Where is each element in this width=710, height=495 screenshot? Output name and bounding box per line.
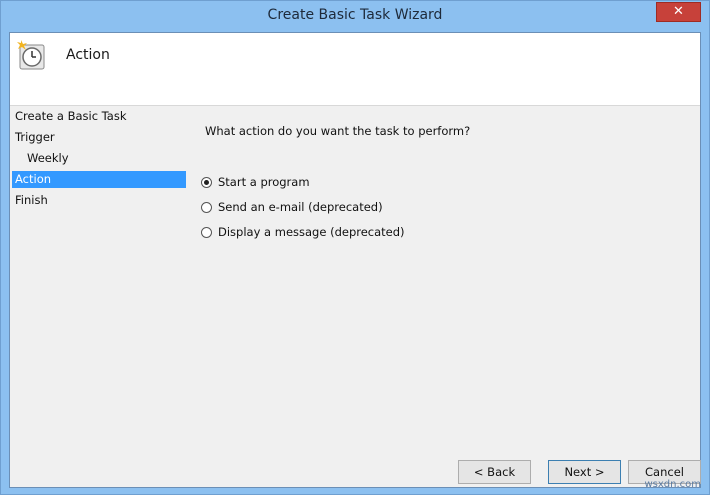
watermark: wsxdn.com bbox=[644, 479, 701, 490]
nav-item-create-basic-task[interactable]: Create a Basic Task bbox=[12, 108, 186, 125]
wizard-window: Create Basic Task Wizard ✕ Action Create… bbox=[0, 0, 710, 495]
option-label: Start a program bbox=[218, 175, 310, 189]
wizard-steps-nav: Create a Basic Task Trigger Weekly Actio… bbox=[10, 106, 194, 486]
nav-item-weekly[interactable]: Weekly bbox=[12, 150, 186, 167]
nav-item-trigger[interactable]: Trigger bbox=[12, 129, 186, 146]
option-label: Send an e-mail (deprecated) bbox=[218, 200, 383, 214]
nav-item-finish[interactable]: Finish bbox=[12, 192, 186, 209]
wizard-header: Action bbox=[10, 33, 700, 106]
clock-icon bbox=[17, 40, 45, 70]
close-icon: ✕ bbox=[673, 4, 684, 19]
option-display-message[interactable]: Display a message (deprecated) bbox=[201, 223, 405, 241]
nav-item-action[interactable]: Action bbox=[12, 171, 186, 188]
title-bar[interactable]: Create Basic Task Wizard ✕ bbox=[1, 1, 709, 31]
option-start-program[interactable]: Start a program bbox=[201, 173, 310, 191]
radio-start-program[interactable] bbox=[201, 176, 212, 188]
close-button[interactable]: ✕ bbox=[656, 2, 701, 22]
radio-display-message[interactable] bbox=[201, 226, 212, 238]
option-send-email[interactable]: Send an e-mail (deprecated) bbox=[201, 198, 383, 216]
next-button[interactable]: Next > bbox=[548, 460, 621, 484]
page-title: Action bbox=[66, 47, 110, 63]
action-prompt: What action do you want the task to perf… bbox=[205, 124, 471, 138]
option-label: Display a message (deprecated) bbox=[218, 225, 405, 239]
radio-send-email[interactable] bbox=[201, 201, 212, 213]
wizard-client-area: Action Create a Basic Task Trigger Weekl… bbox=[9, 32, 701, 488]
back-button[interactable]: < Back bbox=[458, 460, 531, 484]
window-title: Create Basic Task Wizard bbox=[267, 7, 443, 23]
